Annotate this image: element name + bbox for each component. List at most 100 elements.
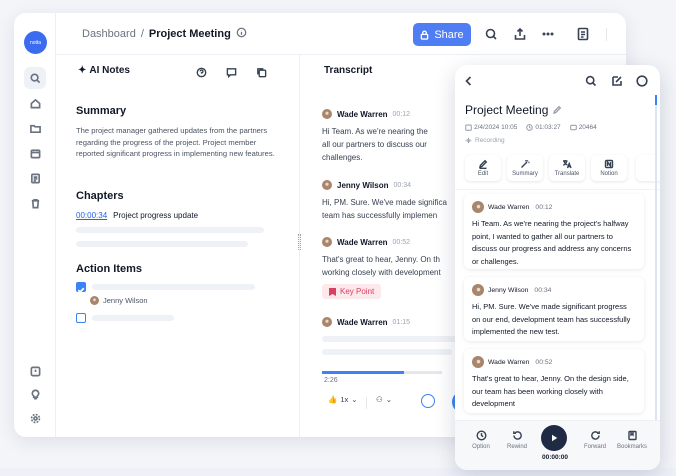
toolbar-divider (606, 28, 607, 41)
key-point-tag[interactable]: Key Point (322, 284, 382, 299)
chapter-item[interactable]: 00:00:34 Project progress update (76, 211, 198, 220)
trash-icon[interactable] (24, 192, 46, 214)
chapter-label: Project progress update (113, 211, 199, 220)
more-icon[interactable] (636, 74, 649, 87)
waveform-icon (465, 137, 472, 144)
avatar (472, 201, 484, 213)
avatar (472, 284, 484, 296)
action-item-checkbox-checked[interactable] (76, 282, 86, 294)
speaker-name: Wade Warren (337, 109, 388, 119)
chapter-time[interactable]: 00:00:34 (76, 211, 107, 220)
mobile-speaker-row: Wade Warren 00:52 (472, 356, 636, 368)
speaker-row: Wade Warren 00:52 (322, 237, 410, 247)
rewind-label: Rewind (506, 444, 527, 450)
magic-wand-icon (521, 160, 530, 168)
share-button[interactable]: Share (413, 23, 471, 46)
utterance-line: Hi, PM. Sure. We've made significa (322, 198, 447, 207)
meta-id: 20464 (569, 124, 597, 131)
export-icon[interactable] (512, 26, 528, 42)
bookmarks-icon (627, 430, 637, 441)
playback-current-time: 2:26 (324, 377, 338, 384)
home-icon[interactable] (24, 92, 46, 114)
app-logo[interactable]: notta (24, 31, 47, 54)
mobile-speaker-time[interactable]: 00:12 (535, 204, 552, 211)
feedback-icon[interactable] (24, 360, 46, 382)
left-rail: notta (14, 13, 56, 437)
rewind-icon[interactable] (421, 394, 435, 408)
utterance-line: team has successfully implemen (322, 211, 438, 220)
breadcrumb-dashboard[interactable]: Dashboard (82, 28, 136, 40)
mobile-speaker-time[interactable]: 00:52 (535, 359, 552, 366)
bookmarks-button[interactable]: Bookmarks (616, 430, 648, 450)
speaker-time[interactable]: 01:15 (393, 319, 411, 326)
ai-notes-title: AI Notes (89, 65, 130, 76)
chevron-down-icon: ⌄ (385, 395, 393, 404)
speaker-time[interactable]: 00:12 (393, 111, 411, 118)
avatar (90, 296, 99, 305)
pencil-icon[interactable] (552, 105, 562, 115)
comment-icon[interactable] (226, 65, 238, 79)
avatar (322, 180, 332, 190)
mobile-utterance: Hi, PM. Sure. We've made significant pro… (472, 302, 631, 336)
tool-translate-label: Translate (554, 171, 580, 177)
back-icon[interactable] (463, 74, 476, 87)
calendar-icon[interactable] (24, 142, 46, 164)
mobile-play-button[interactable] (541, 425, 567, 451)
mobile-scrollbar-thumb[interactable] (655, 95, 657, 105)
lightbulb-icon[interactable] (24, 383, 46, 405)
speaker-time[interactable]: 00:34 (394, 182, 412, 189)
breadcrumb-separator: / (140, 28, 144, 40)
copy-icon[interactable] (256, 65, 268, 78)
meta-id-value: 20464 (578, 124, 597, 131)
search-icon[interactable] (585, 74, 598, 87)
mobile-utterance: That's great to hear, Jenny. On the desi… (472, 374, 629, 408)
info-icon[interactable] (236, 27, 247, 41)
speaker-filter[interactable]: ⚇ ⌄ (376, 395, 392, 404)
playback-progress-bar[interactable] (322, 371, 442, 374)
recording-status-text: Recording (475, 137, 505, 144)
search-icon[interactable] (24, 67, 46, 89)
action-item-assignee: Jenny Wilson (90, 296, 148, 305)
option-label: Option (472, 444, 490, 450)
forward-button[interactable]: Forward (579, 430, 611, 450)
edit-note-icon[interactable] (611, 74, 624, 87)
mobile-transcript-card[interactable]: Wade Warren 00:52 That's great to hear, … (464, 349, 644, 413)
forward-label: Forward (583, 444, 606, 450)
sparkle-icon: ✦ (78, 65, 87, 76)
notes-icon[interactable] (24, 167, 46, 189)
avatar (322, 317, 332, 327)
placeholder-line (76, 227, 264, 233)
mobile-meta-row: 2/4/2024 10:05 01:03:27 20464 (465, 124, 597, 131)
help-icon[interactable] (196, 65, 208, 78)
utterance-line: all our partners to discuss our (322, 140, 427, 149)
sync-search-icon[interactable] (483, 26, 499, 42)
mobile-speaker-name: Wade Warren (488, 203, 530, 211)
mobile-speaker-time[interactable]: 00:34 (534, 287, 551, 294)
mobile-transcript-card[interactable]: Jenny Wilson 00:34 Hi, PM. Sure. We've m… (464, 277, 644, 341)
meta-duration: 01:03:27 (526, 124, 561, 131)
tool-edit-label: Edit (477, 171, 489, 177)
tool-translate[interactable]: Translate (549, 155, 585, 181)
rewind-button[interactable]: Rewind (501, 430, 533, 450)
action-item-checkbox-unchecked[interactable] (76, 313, 86, 323)
speaker-name: Wade Warren (337, 317, 388, 327)
mobile-page-title: Project Meeting (465, 103, 562, 117)
utterance-line: challenges. (322, 153, 363, 162)
speaker-time[interactable]: 00:52 (393, 239, 411, 246)
mobile-transcript-card[interactable]: Wade Warren 00:12 Hi Team. As we're near… (464, 194, 644, 269)
settings-icon[interactable] (24, 407, 46, 429)
placeholder-line (76, 241, 248, 247)
placeholder-line (322, 336, 462, 342)
meta-duration-value: 01:03:27 (535, 124, 561, 131)
speed-selector[interactable]: 👍 1x ⌄ (328, 395, 358, 404)
tool-edit[interactable]: Edit (465, 155, 501, 181)
folder-icon[interactable] (24, 117, 46, 139)
notes-panel-icon[interactable] (575, 26, 591, 42)
page-title: Project Meeting (148, 28, 231, 40)
tool-notion[interactable]: Notion (591, 155, 627, 181)
tool-summary[interactable]: Summary (507, 155, 543, 181)
avatar (322, 109, 332, 119)
more-icon[interactable] (540, 26, 556, 42)
option-button[interactable]: Option (465, 430, 497, 450)
ai-notes-panel: ✦ AI Notes Summary The project manager g… (56, 55, 300, 437)
